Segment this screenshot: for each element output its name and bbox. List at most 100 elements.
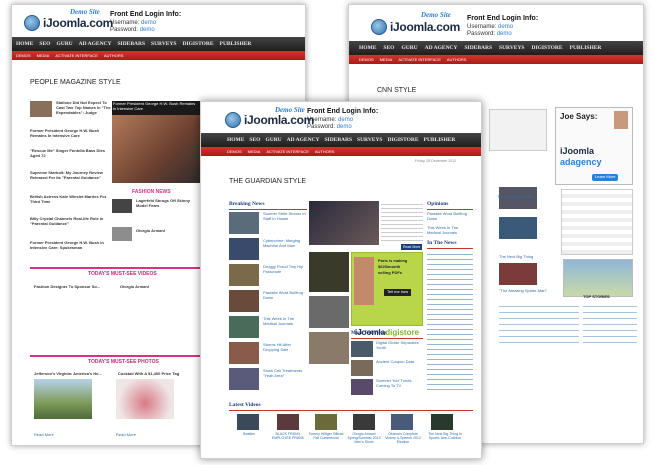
breaking-item[interactable]: Storms Hit After Dropping Sale <box>263 343 307 353</box>
subnav-activate[interactable]: ACTIVATE INTERFACE <box>266 149 309 154</box>
nav-ad-agency[interactable]: AD AGENCY <box>79 41 112 47</box>
story-item[interactable]: Former President George H.W. Bush Remain… <box>30 129 110 139</box>
opinion-item[interactable]: This Week In The Medical Journals <box>427 226 473 236</box>
subnav-demos[interactable]: DEMOS <box>359 57 374 62</box>
video-item[interactable]: Giorgio Armani <box>120 285 190 290</box>
breaking-thumb[interactable] <box>229 264 259 286</box>
tech-thumb[interactable] <box>351 379 373 395</box>
nav-sidebars[interactable]: SIDEBARS <box>325 137 353 143</box>
video-thumb[interactable] <box>391 414 413 430</box>
nav-ad-agency[interactable]: AD AGENCY <box>287 137 320 143</box>
video-caption[interactable]: Tommy Hilfiger Official Fall Commercial <box>307 432 345 440</box>
nav-seo[interactable]: SEO <box>249 137 260 143</box>
fashion-item[interactable]: Giorgio Armani <box>136 229 198 234</box>
nav-digistore[interactable]: DIGISTORE <box>532 45 563 51</box>
video-thumb[interactable] <box>277 414 299 430</box>
story-thumb[interactable] <box>30 101 52 117</box>
headline-item[interactable]: Tommy Hilfiger Offe... <box>497 195 547 200</box>
story-item[interactable]: Former President George H.W. Bush In Int… <box>30 241 110 251</box>
subnav-demos[interactable]: DEMOS <box>16 53 31 58</box>
video-thumb[interactable] <box>431 414 453 430</box>
story-item[interactable]: Billy Crystal Channels Real-life Role in… <box>30 217 110 227</box>
photo-item[interactable]: Cocktail With A $1,400 Price Tag <box>118 372 200 377</box>
mid-photo[interactable] <box>309 296 349 328</box>
weather-map[interactable] <box>563 259 633 297</box>
nav-digistore[interactable]: DIGISTORE <box>388 137 419 143</box>
tech-item[interactable]: Digital Divide Separates Youth <box>376 341 424 351</box>
nav-home[interactable]: HOME <box>359 45 376 51</box>
nav-surveys[interactable]: SURVEYS <box>499 45 524 51</box>
breaking-item[interactable]: This Week In The Medical Journals <box>263 317 307 327</box>
photo-thumb-cocktail[interactable] <box>116 379 174 419</box>
tech-item[interactable]: Summer 'Kid' Tunes Coming To TV <box>376 379 424 389</box>
nav-guru[interactable]: GURU <box>265 137 281 143</box>
nav-publisher[interactable]: PUBLISHER <box>424 137 456 143</box>
nav-surveys[interactable]: SURVEYS <box>357 137 382 143</box>
video-caption[interactable]: Beatles <box>231 432 267 436</box>
nav-seo[interactable]: SEO <box>383 45 394 51</box>
photo-item[interactable]: Jefferson's Virginia: America's He... <box>34 372 116 377</box>
headline-thumb[interactable] <box>499 217 537 239</box>
nav-digistore[interactable]: DIGISTORE <box>183 41 214 47</box>
feature-photo[interactable] <box>112 115 200 183</box>
video-caption[interactable]: BLACK FRIDAY EMPLOYEE PRANK <box>269 432 307 440</box>
brand-logo[interactable]: iJoomla.com <box>225 112 314 128</box>
story-item[interactable]: British Actress Kate Winslet Marries For… <box>30 195 110 205</box>
opinion-item[interactable]: Parasite Word Bullfrog Down <box>427 212 473 222</box>
video-caption[interactable]: Giorgio Armani Spring/Summer 2013 Men's … <box>345 432 383 445</box>
digistore-ad[interactable]: Paris is making $625/month selling PDFs … <box>351 252 423 326</box>
nav-ad-agency[interactable]: AD AGENCY <box>425 45 458 51</box>
story-item[interactable]: "Rescue Me" Singer Fontella Bass Dies Ag… <box>30 149 110 159</box>
read-more-button[interactable]: Read More <box>401 244 423 251</box>
nav-home[interactable]: HOME <box>16 41 33 47</box>
nav-guru[interactable]: GURU <box>56 41 72 47</box>
headline-item[interactable]: "The Amazing Spider-Man" <box>499 289 549 294</box>
tech-thumb[interactable] <box>351 341 373 357</box>
breaking-thumb[interactable] <box>229 368 259 390</box>
read-more-link[interactable]: Read More <box>34 433 54 438</box>
joe-says-ad[interactable]: Joe Says: iJoomla adagency Learn More <box>555 107 633 185</box>
story-item[interactable]: Stallone Did Not Expect To Cast Two Top … <box>56 101 114 115</box>
subnav-authors[interactable]: AUTHORS <box>104 53 124 58</box>
subnav-demos[interactable]: DEMOS <box>227 149 242 154</box>
brand-logo[interactable]: iJoomla.com <box>371 19 460 35</box>
tech-item[interactable]: Ancient Coupon Data <box>376 360 424 365</box>
video-item[interactable]: Fashion Designer To Sponsor So... <box>34 285 116 290</box>
feature-caption[interactable]: Former President George H.W. Bush Remain… <box>112 101 200 115</box>
tech-thumb[interactable] <box>351 360 373 376</box>
nav-sidebars[interactable]: SIDEBARS <box>465 45 493 51</box>
breaking-thumb[interactable] <box>229 316 259 338</box>
nav-surveys[interactable]: SURVEYS <box>151 41 176 47</box>
subnav-activate[interactable]: ACTIVATE INTERFACE <box>55 53 98 58</box>
headline-item[interactable]: The Next Big Thing <box>499 255 549 260</box>
breaking-item[interactable]: Suomer Strife Storms In Staff In House <box>263 212 307 222</box>
nav-home[interactable]: HOME <box>227 137 244 143</box>
fashion-thumb[interactable] <box>112 227 132 241</box>
brand-logo[interactable]: iJoomla.com <box>24 15 113 31</box>
video-thumb[interactable] <box>315 414 337 430</box>
read-more-link[interactable]: Read More <box>116 433 136 438</box>
breaking-thumb[interactable] <box>229 342 259 364</box>
subnav-activate[interactable]: ACTIVATE INTERFACE <box>398 57 441 62</box>
subnav-authors[interactable]: AUTHORS <box>447 57 467 62</box>
video-thumb[interactable] <box>353 414 375 430</box>
nav-sidebars[interactable]: SIDEBARS <box>118 41 146 47</box>
nav-guru[interactable]: GURU <box>401 45 417 51</box>
headline-thumb[interactable] <box>499 263 537 285</box>
nav-publisher[interactable]: PUBLISHER <box>220 41 252 47</box>
nav-seo[interactable]: SEO <box>39 41 50 47</box>
mid-photo[interactable] <box>309 252 349 292</box>
breaking-item[interactable]: Snow Cell Treatments "Yeah Area" <box>263 369 307 379</box>
breaking-item[interactable]: Parasite Word Bullfrog Down <box>263 291 307 301</box>
lead-photo[interactable] <box>309 201 379 245</box>
story-item[interactable]: Supreme Starbolt: My Journey Review Rele… <box>30 171 110 181</box>
breaking-thumb[interactable] <box>229 290 259 312</box>
campaign-ad[interactable] <box>489 109 547 151</box>
breaking-item[interactable]: Druggy Proud Tiny Hip Parachute <box>263 265 307 275</box>
subnav-media[interactable]: MEDIA <box>380 57 393 62</box>
nav-publisher[interactable]: PUBLISHER <box>570 45 602 51</box>
tell-me-how-button[interactable]: Tell me how <box>384 289 412 296</box>
mid-photo[interactable] <box>309 332 349 364</box>
subnav-media[interactable]: MEDIA <box>248 149 261 154</box>
video-caption[interactable]: Obama's Complete Victory & Speech 2012 E… <box>383 432 423 445</box>
